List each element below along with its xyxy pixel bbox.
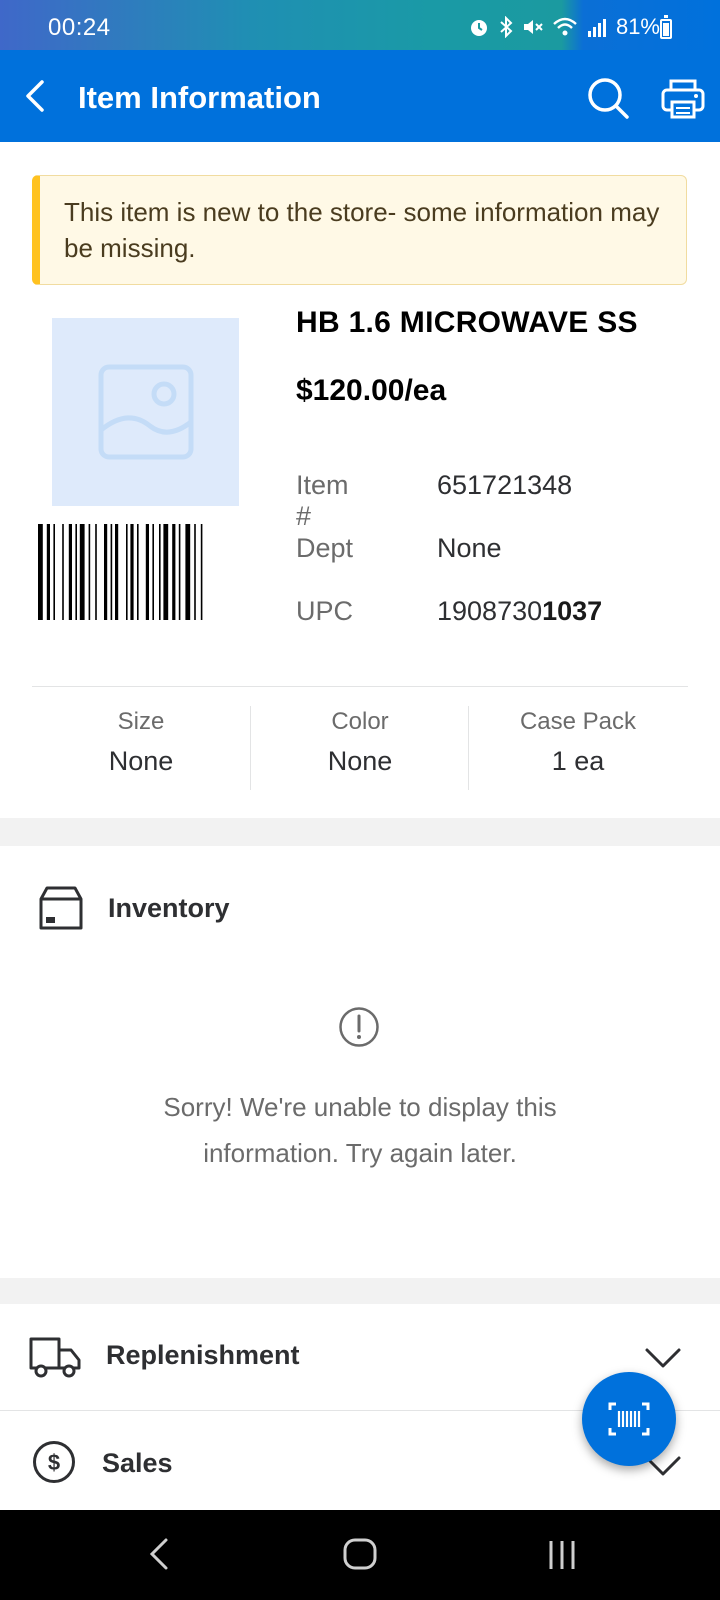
battery-percent: 81% (615, 14, 660, 39)
svg-text:$: $ (48, 1450, 60, 1475)
barcode-scan-icon (608, 1402, 650, 1436)
detail-value: None (437, 533, 502, 563)
warning-text: This item is new to the store- some info… (64, 197, 660, 263)
attribute-size: Size None (32, 708, 250, 777)
divider (32, 686, 688, 687)
detail-label: UPC (296, 596, 354, 626)
attribute-color: Color None (251, 708, 469, 777)
alarm-icon (470, 20, 487, 36)
attribute-case-pack: Case Pack 1 ea (469, 708, 687, 777)
image-placeholder-icon (98, 364, 194, 460)
signal-icon (587, 19, 606, 37)
sales-title: Sales (102, 1448, 173, 1478)
attribute-label: Color (331, 708, 389, 735)
new-item-warning-banner: This item is new to the store- some info… (32, 175, 687, 285)
truck-icon (29, 1337, 81, 1378)
detail-label: Item # (296, 470, 349, 531)
system-nav-bar (0, 1510, 720, 1600)
alert-circle-icon (339, 1007, 379, 1047)
app-bar: Item Information (0, 50, 720, 142)
attribute-label: Case Pack (519, 708, 637, 735)
attribute-label: Size (117, 708, 165, 735)
bluetooth-icon (500, 16, 513, 38)
status-time: 00:24 (48, 14, 111, 41)
section-separator (0, 1278, 720, 1304)
replenishment-title: Replenishment (106, 1340, 300, 1370)
upc-suffix: 1037 (542, 596, 603, 626)
dollar-icon: $ (33, 1441, 75, 1483)
attribute-value: None (108, 746, 174, 776)
attribute-value: 1 ea (551, 746, 605, 776)
mute-icon (523, 20, 543, 34)
wifi-icon (553, 17, 577, 36)
upc-value: 19087301037 (437, 596, 602, 627)
product-image-placeholder (52, 318, 239, 506)
chevron-down-icon[interactable] (644, 1346, 682, 1370)
upc-prefix: 1908730 (437, 596, 543, 626)
status-bar: 00:24 81% (0, 0, 720, 50)
inventory-error-message: Sorry! We're unable to display this info… (163, 1092, 557, 1168)
back-arrow-icon[interactable] (18, 76, 58, 116)
attribute-value: None (327, 746, 393, 776)
inventory-title: Inventory (108, 893, 230, 923)
nav-home-icon[interactable] (340, 1534, 380, 1574)
detail-value: 651721348 (437, 470, 573, 500)
search-icon[interactable] (586, 76, 630, 120)
nav-recents-icon[interactable] (546, 1538, 578, 1572)
product-name: HB 1.6 MICROWAVE SS (296, 306, 638, 339)
product-price: $120.00/ea (296, 374, 447, 407)
battery-icon (660, 15, 672, 39)
nav-back-icon[interactable] (144, 1534, 172, 1574)
page-title: Item Information (78, 80, 321, 115)
barcode-image (38, 524, 203, 620)
inventory-box-icon (39, 886, 83, 930)
print-icon[interactable] (660, 78, 706, 120)
status-icons: 81% (468, 14, 660, 40)
detail-label: Dept (296, 533, 354, 563)
scan-barcode-button[interactable] (582, 1372, 676, 1466)
section-separator (0, 818, 720, 846)
